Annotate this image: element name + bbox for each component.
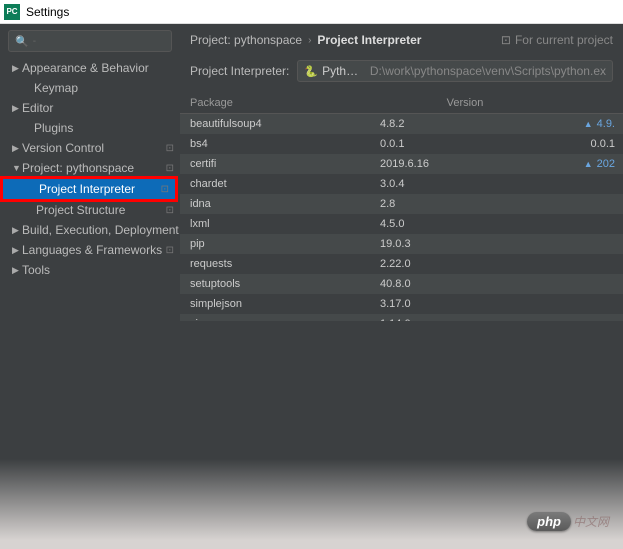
table-row[interactable]: simplejson3.17.0: [180, 294, 623, 314]
python-icon: 🐍: [304, 65, 318, 78]
app-body: 🔍 - ▶Appearance & Behavior Keymap ▶Edito…: [0, 24, 623, 549]
package-version: 2.22.0: [380, 258, 550, 270]
interpreter-select[interactable]: 🐍 Python 3.7 (pythonspace) D:\work\pytho…: [297, 60, 613, 82]
chevron-down-icon: ▼: [12, 163, 22, 173]
package-version: 0.0.1: [380, 138, 550, 150]
breadcrumb-row: Project: pythonspace › Project Interpret…: [180, 24, 623, 56]
package-latest: ▲202: [550, 158, 623, 170]
empty-area: [180, 321, 623, 549]
project-scope-icon: ⊡: [166, 143, 174, 154]
chevron-right-icon: ▶: [12, 225, 22, 236]
chevron-right-icon: ▶: [12, 103, 22, 114]
search-input[interactable]: 🔍 -: [8, 30, 172, 52]
project-scope-icon: ⊡: [166, 163, 174, 174]
interpreter-label: Project Interpreter:: [190, 64, 289, 78]
project-scope-icon: ⊡: [161, 184, 169, 195]
package-latest: ▲4.9.: [550, 118, 623, 130]
package-version: 3.0.4: [380, 178, 550, 190]
package-name: beautifulsoup4: [180, 118, 380, 130]
for-current-project: ⊡ For current project: [501, 33, 613, 47]
chevron-right-icon: ›: [308, 35, 311, 46]
package-name: idna: [180, 198, 380, 210]
table-row[interactable]: bs40.0.10.0.1: [180, 134, 623, 154]
search-icon: 🔍: [15, 35, 29, 48]
package-name: bs4: [180, 138, 380, 150]
header-version[interactable]: Version: [380, 97, 550, 109]
project-scope-icon: ⊡: [166, 245, 174, 256]
project-scope-icon: ⊡: [501, 33, 511, 47]
packages-table: Package Version beautifulsoup44.8.2▲4.9.…: [180, 92, 623, 321]
package-name: certifi: [180, 158, 380, 170]
table-row[interactable]: idna2.8: [180, 194, 623, 214]
package-name: simplejson: [180, 298, 380, 310]
chevron-right-icon: ▶: [12, 143, 22, 154]
sidebar-item-project-structure[interactable]: Project Structure⊡: [0, 200, 180, 220]
package-name: setuptools: [180, 278, 380, 290]
package-latest: 0.0.1: [550, 138, 623, 150]
chevron-right-icon: ▶: [12, 265, 22, 276]
package-version: 3.17.0: [380, 298, 550, 310]
package-version: 19.0.3: [380, 238, 550, 250]
breadcrumb-interpreter: Project Interpreter: [317, 33, 421, 47]
sidebar-item-plugins[interactable]: Plugins: [0, 118, 180, 138]
package-version: 40.8.0: [380, 278, 550, 290]
packages-header: Package Version: [180, 92, 623, 114]
table-row[interactable]: requests2.22.0: [180, 254, 623, 274]
app-icon: PC: [4, 4, 20, 20]
package-name: requests: [180, 258, 380, 270]
sidebar-item-project-interpreter[interactable]: Project Interpreter⊡: [3, 179, 175, 199]
package-name: chardet: [180, 178, 380, 190]
package-name: pip: [180, 238, 380, 250]
packages-body: beautifulsoup44.8.2▲4.9.bs40.0.10.0.1cer…: [180, 114, 623, 321]
package-version: 2.8: [380, 198, 550, 210]
window-title: Settings: [26, 5, 69, 19]
sidebar-item-vcs[interactable]: ▶Version Control⊡: [0, 138, 180, 158]
package-version: 2019.6.16: [380, 158, 550, 170]
project-scope-icon: ⊡: [166, 205, 174, 216]
sidebar-item-keymap[interactable]: Keymap: [0, 78, 180, 98]
package-version: 4.5.0: [380, 218, 550, 230]
main-panel: Project: pythonspace › Project Interpret…: [180, 24, 623, 549]
table-row[interactable]: pip19.0.3: [180, 234, 623, 254]
package-name: lxml: [180, 218, 380, 230]
package-version: 4.8.2: [380, 118, 550, 130]
sidebar-item-appearance[interactable]: ▶Appearance & Behavior: [0, 58, 180, 78]
header-package[interactable]: Package: [180, 97, 380, 109]
table-row[interactable]: setuptools40.8.0: [180, 274, 623, 294]
sidebar-item-project[interactable]: ▼Project: pythonspace⊡: [0, 158, 180, 178]
table-row[interactable]: certifi2019.6.16▲202: [180, 154, 623, 174]
interpreter-name: Python 3.7 (pythonspace): [322, 64, 364, 78]
chevron-right-icon: ▶: [12, 63, 22, 74]
sidebar-item-languages[interactable]: ▶Languages & Frameworks⊡: [0, 240, 180, 260]
sidebar-item-tools[interactable]: ▶Tools: [0, 260, 180, 280]
interpreter-path: D:\work\pythonspace\venv\Scripts\python.…: [370, 64, 606, 78]
breadcrumb: Project: pythonspace › Project Interpret…: [190, 33, 421, 47]
sidebar-item-build[interactable]: ▶Build, Execution, Deployment: [0, 220, 180, 240]
chevron-right-icon: ▶: [12, 245, 22, 256]
sidebar-item-editor[interactable]: ▶Editor: [0, 98, 180, 118]
breadcrumb-project[interactable]: Project: pythonspace: [190, 33, 302, 47]
table-row[interactable]: chardet3.0.4: [180, 174, 623, 194]
sidebar: 🔍 - ▶Appearance & Behavior Keymap ▶Edito…: [0, 24, 180, 549]
highlight-annotation: Project Interpreter⊡: [0, 176, 178, 202]
search-placeholder: -: [33, 36, 36, 47]
interpreter-row: Project Interpreter: 🐍 Python 3.7 (pytho…: [180, 56, 623, 92]
table-row[interactable]: beautifulsoup44.8.2▲4.9.: [180, 114, 623, 134]
settings-tree: ▶Appearance & Behavior Keymap ▶Editor Pl…: [0, 58, 180, 549]
table-row[interactable]: lxml4.5.0: [180, 214, 623, 234]
titlebar: PC Settings: [0, 0, 623, 24]
